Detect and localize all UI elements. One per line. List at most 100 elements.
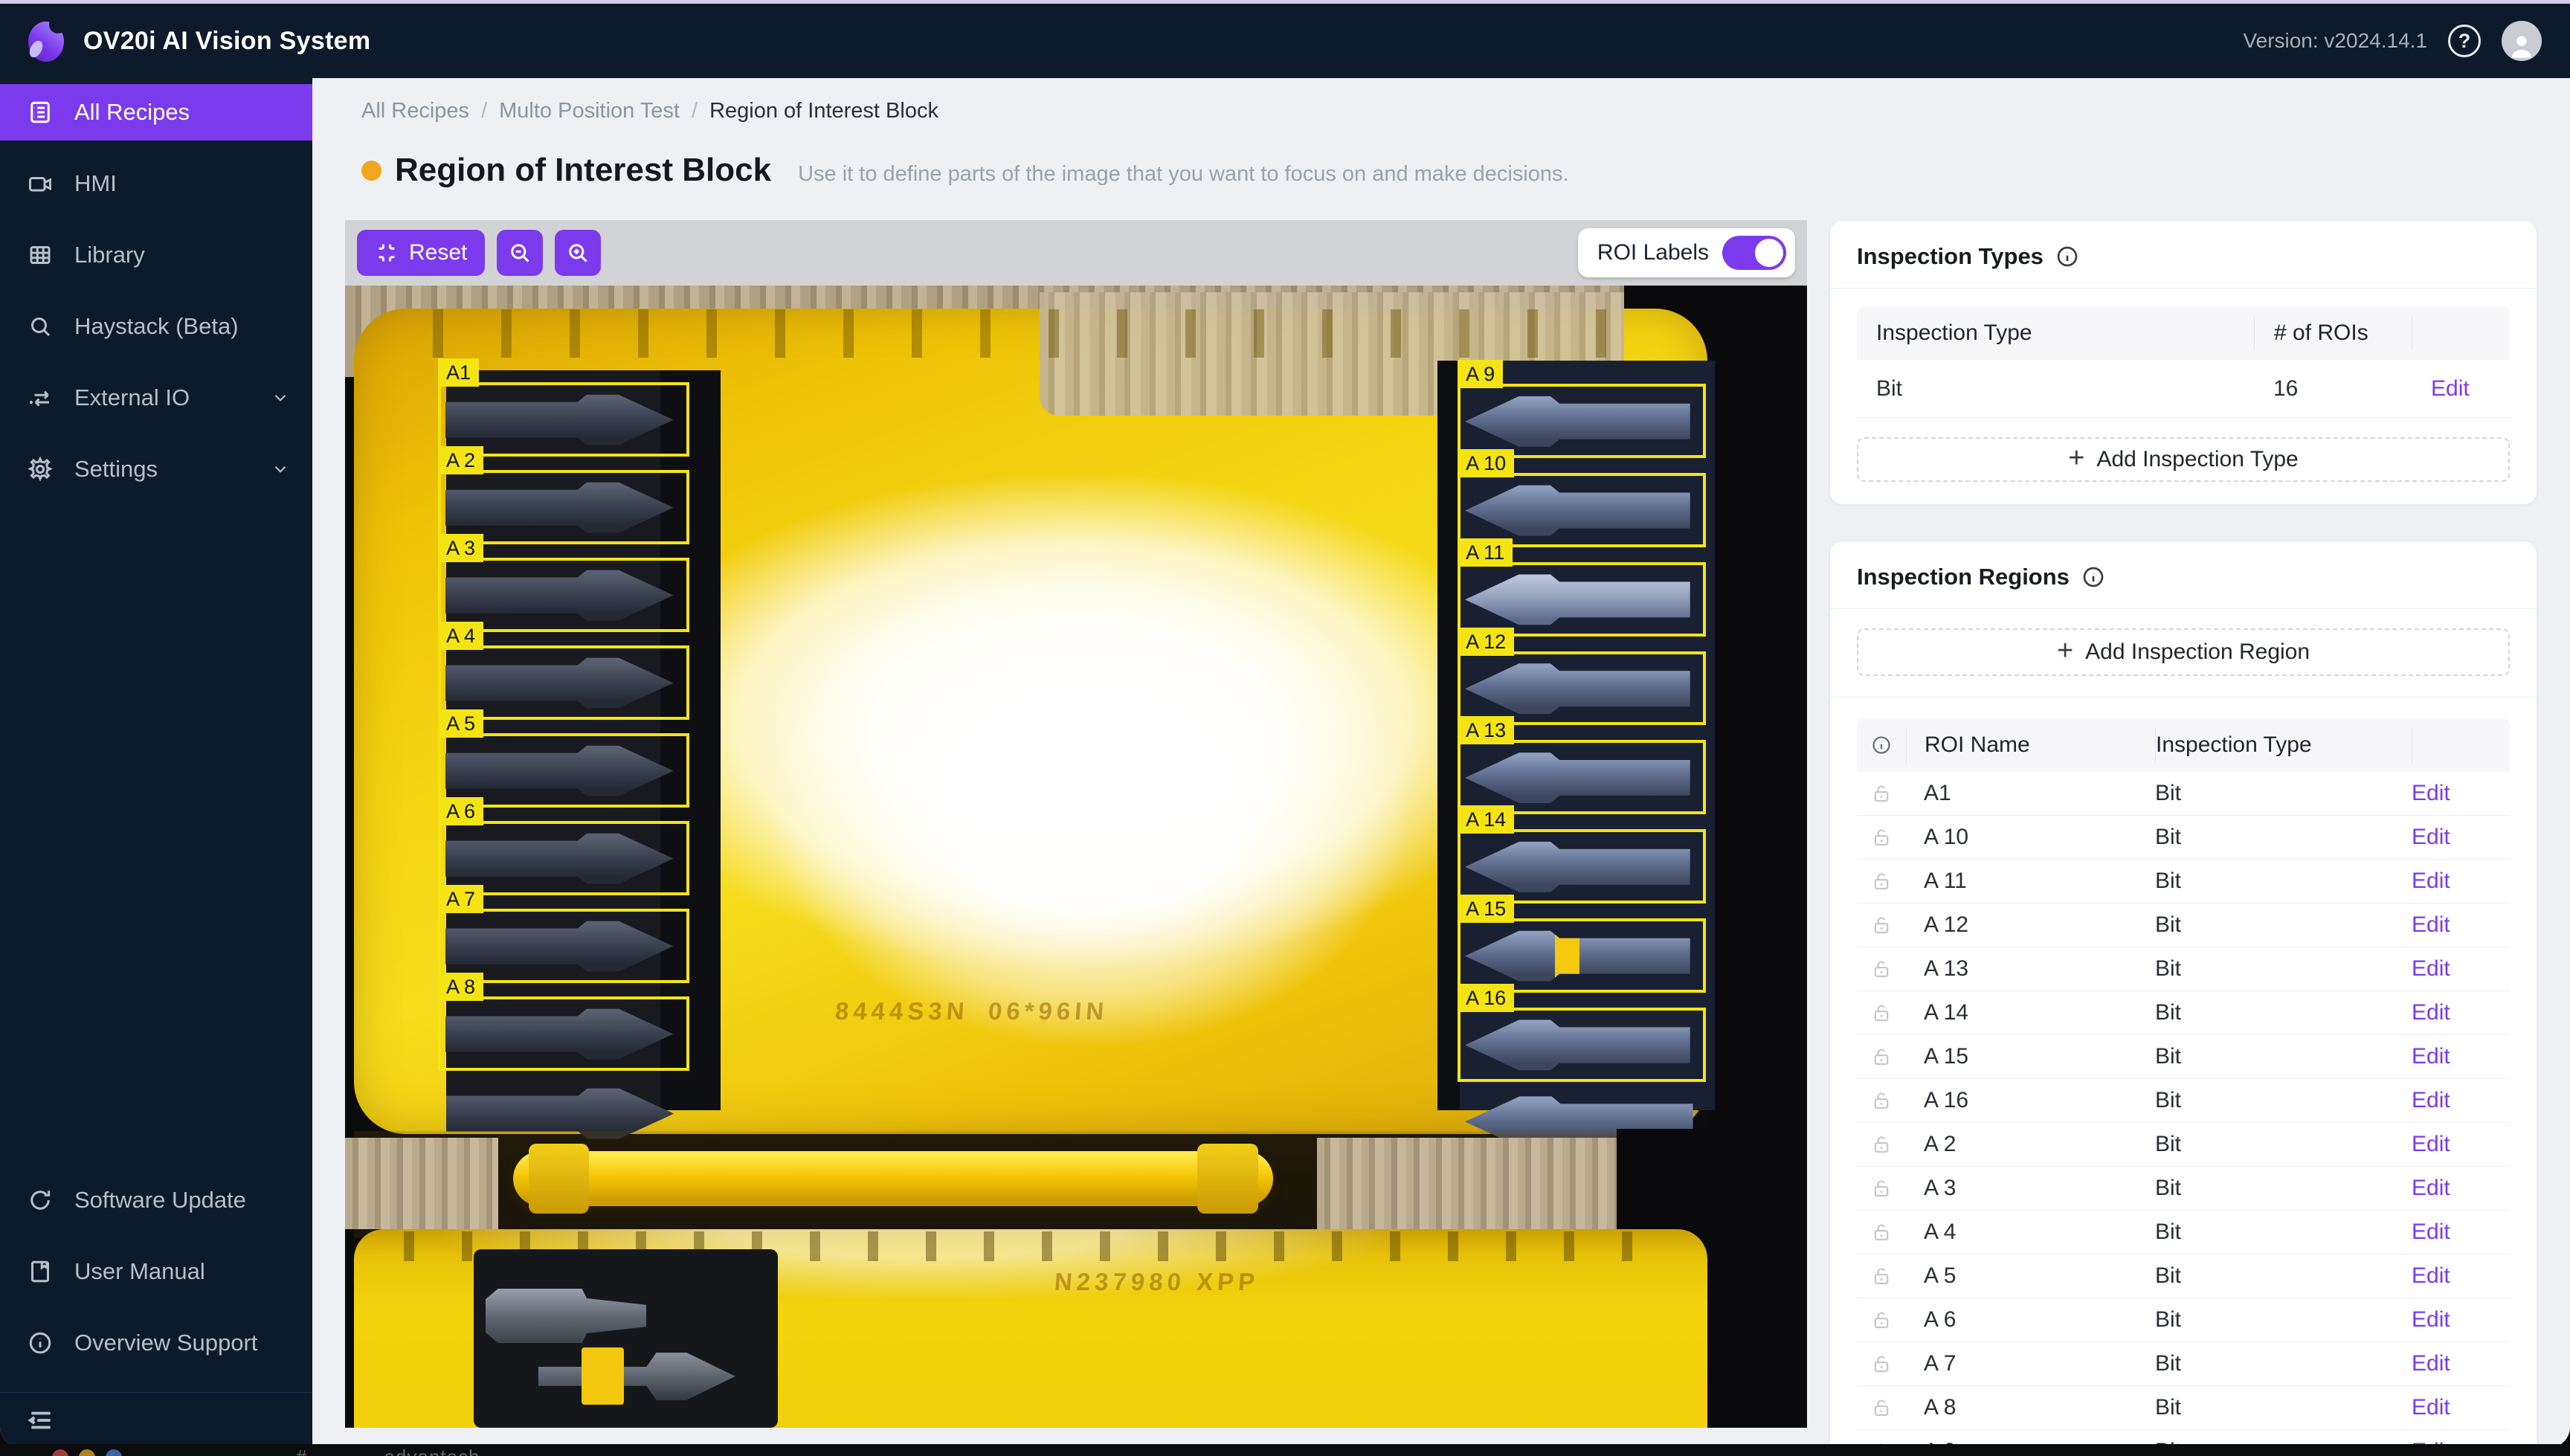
edit-region-link[interactable]: Edit [2412,1044,2450,1069]
edit-region-link[interactable]: Edit [2412,825,2450,849]
roi-label: A 5 [438,709,483,738]
gear-icon [27,456,54,483]
roi-label: A 15 [1458,895,1514,923]
breadcrumb-all-recipes[interactable]: All Recipes [361,99,469,123]
edit-region-link[interactable]: Edit [2412,1395,2450,1420]
sidebar-item-all-recipes[interactable]: All Recipes [0,84,312,141]
info-icon[interactable] [2081,565,2105,589]
table-row: A 5 Bit Edit [1857,1254,2510,1298]
edit-region-link[interactable]: Edit [2412,1088,2450,1112]
version-label: Version: v2024.14.1 [2243,29,2427,53]
roi-box-a7[interactable]: A 7 [438,909,689,983]
roi-box-a2[interactable]: A 2 [438,470,689,544]
photo-canvas[interactable]: 8444S3N06*96INN237980 XPP A1A 2A 3A 4A 5… [345,286,1807,1428]
roi-box-a12[interactable]: A 12 [1458,651,1706,726]
edit-region-link[interactable]: Edit [2412,1263,2450,1288]
roi-box-a4[interactable]: A 4 [438,645,689,720]
col-roi-count: # of ROIs [2254,317,2412,349]
regions-table-body: A1 Bit Edit A 10 Bit Edit A 11 Bit Edit [1857,772,2510,1448]
table-row: A 6 Bit Edit [1857,1298,2510,1342]
zoom-in-button[interactable] [555,230,601,276]
inspection-type-cell: Bit [2155,825,2412,850]
table-row: A 15 Bit Edit [1857,1035,2510,1079]
inspection-type-cell: Bit [2155,912,2412,938]
add-inspection-type-label: Add Inspection Type [2096,447,2298,472]
sidebar-item-settings[interactable]: Settings [0,441,312,497]
help-icon[interactable]: ? [2448,25,2481,57]
roi-name-cell: A 16 [1906,1088,2155,1113]
roi-box-a10[interactable]: A 10 [1458,473,1706,547]
inspection-type-cell: Bit [2155,869,2412,894]
add-inspection-region-button[interactable]: + Add Inspection Region [1857,628,2510,676]
types-table-header: Inspection Type # of ROIs [1857,306,2510,360]
edit-region-link[interactable]: Edit [2412,781,2450,805]
roi-box-a3[interactable]: A 3 [438,558,689,632]
roi-box-a16[interactable]: A 16 [1458,1008,1706,1082]
edit-region-link[interactable]: Edit [2412,1220,2450,1244]
roi-box-a15[interactable]: A 15 [1458,918,1706,993]
unlock-icon [1870,1177,1893,1199]
edit-region-link[interactable]: Edit [2412,1307,2450,1332]
divider [1830,288,2537,289]
add-inspection-type-button[interactable]: + Add Inspection Type [1857,437,2510,482]
edit-region-link[interactable]: Edit [2412,912,2450,937]
collapse-sidebar-button[interactable] [0,1393,312,1448]
roi-box-a9[interactable]: A 9 [1458,384,1706,458]
roi-box-a8[interactable]: A 8 [438,996,689,1071]
zoom-out-button[interactable] [497,230,543,276]
reset-view-button[interactable]: Reset [357,230,485,276]
info-icon [27,1330,54,1356]
roi-label: A 9 [1458,360,1503,388]
unlock-icon [1870,826,1893,848]
sidebar-item-hmi[interactable]: HMI [0,155,312,212]
unlock-icon [1870,1046,1893,1068]
add-inspection-region-label: Add Inspection Region [2085,640,2310,665]
page-subtitle: Use it to define parts of the image that… [798,162,1569,187]
sidebar-item-external-io[interactable]: External IO [0,370,312,426]
table-row: A 13 Bit Edit [1857,947,2510,991]
breadcrumb: All Recipes / Multo Position Test / Regi… [361,99,2537,123]
edit-region-link[interactable]: Edit [2412,1132,2450,1156]
unlock-icon [1870,1309,1893,1331]
table-row: A 12 Bit Edit [1857,903,2510,947]
info-icon[interactable] [1871,735,1892,756]
roi-count-cell: 16 [2254,376,2412,402]
refresh-icon [27,1187,54,1214]
roi-box-a6[interactable]: A 6 [438,821,689,895]
breadcrumb-recipe[interactable]: Multo Position Test [499,99,680,123]
roi-name-cell: A 15 [1906,1044,2155,1069]
avatar[interactable] [2502,21,2542,61]
roi-box-a11[interactable]: A 11 [1458,562,1706,637]
roi-box-a13[interactable]: A 13 [1458,740,1706,814]
roi-box-a1[interactable]: A1 [438,382,689,457]
roi-labels-switch[interactable] [1722,236,1786,270]
col-roi-name: ROI Name [1906,727,2155,763]
edit-region-link[interactable]: Edit [2412,1351,2450,1376]
table-row: A1 Bit Edit [1857,772,2510,816]
sidebar-item-haystack[interactable]: Haystack (Beta) [0,298,312,355]
inspection-type-cell: Bit [2155,1395,2412,1420]
roi-label: A 14 [1458,805,1514,834]
roi-name-cell: A 12 [1906,912,2155,938]
type-name-cell: Bit [1857,376,2254,402]
roi-label: A 12 [1458,628,1514,656]
sidebar-item-overview-support[interactable]: Overview Support [0,1315,312,1371]
info-icon[interactable] [2055,245,2079,268]
sidebar-item-library[interactable]: Library [0,227,312,283]
sidebar-item-user-manual[interactable]: User Manual [0,1243,312,1300]
roi-name-cell: A 3 [1906,1176,2155,1201]
roi-labels-toggle[interactable]: ROI Labels [1578,228,1795,277]
taskbar-icon [52,1449,68,1456]
edit-region-link[interactable]: Edit [2412,1000,2450,1025]
sidebar-item-software-update[interactable]: Software Update [0,1172,312,1228]
inspection-type-cell: Bit [2155,1263,2412,1289]
edit-type-link[interactable]: Edit [2431,376,2470,401]
edit-region-link[interactable]: Edit [2412,869,2450,893]
edit-region-link[interactable]: Edit [2412,956,2450,981]
roi-box-a14[interactable]: A 14 [1458,829,1706,903]
unlock-icon [1870,958,1893,980]
roi-box-a5[interactable]: A 5 [438,733,689,808]
roi-label: A 13 [1458,716,1514,744]
breadcrumb-separator: / [481,99,487,123]
edit-region-link[interactable]: Edit [2412,1176,2450,1200]
